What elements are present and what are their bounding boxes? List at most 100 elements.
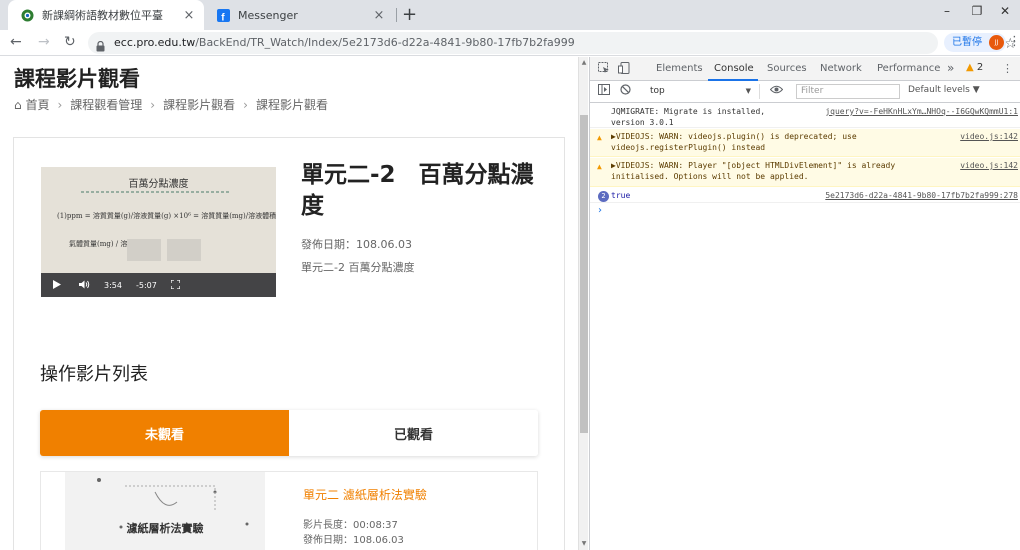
- devtools-tab-elements[interactable]: Elements: [656, 63, 703, 74]
- video-description: 單元二-2 百萬分點濃度: [301, 261, 415, 274]
- breadcrumb-current: 課程影片觀看: [255, 98, 328, 112]
- console-message: JQMIGRATE: Migrate is installed, version…: [590, 104, 1020, 128]
- sync-paused-button[interactable]: 已暫停 JJ: [944, 33, 1006, 52]
- sidebar-toggle-icon[interactable]: [598, 84, 610, 98]
- warning-icon: ▲: [597, 133, 602, 142]
- console-message: 2 true 5e2173d6-d22a-4841-9b80-17fb7b2fa…: [590, 188, 1020, 203]
- console-message-source[interactable]: video.js:142: [960, 131, 1018, 142]
- video-publish-date: 發佈日期：108.06.03: [301, 238, 412, 251]
- log-levels-dropdown[interactable]: Default levels ▼: [908, 85, 980, 95]
- back-arrow-icon[interactable]: ←: [10, 34, 22, 50]
- warning-counter[interactable]: ▲ 2: [966, 62, 983, 73]
- list-item-date: 發佈日期：108.06.03: [303, 535, 404, 546]
- avatar: JJ: [989, 35, 1004, 50]
- console-message-text: ▶VIDEOJS: WARN: videojs.plugin() is depr…: [611, 132, 857, 152]
- new-tab-button[interactable]: +: [402, 4, 417, 25]
- console-toolbar: top ▼ Filter Default levels ▼: [590, 81, 1020, 103]
- operation-video-list-heading: 操作影片列表: [40, 364, 148, 385]
- clear-console-icon[interactable]: [620, 84, 631, 98]
- warning-icon: ▲: [966, 62, 974, 73]
- tab-strip: 新課綱術語教材數位平臺 × f Messenger × + – ❐ ✕: [0, 0, 1020, 30]
- board-scribble-icon: [81, 191, 231, 193]
- breadcrumb-home[interactable]: 首頁: [25, 98, 49, 112]
- console-warning[interactable]: ▲ ▶VIDEOJS: WARN: Player "[object HTMLDi…: [590, 158, 1020, 187]
- fullscreen-icon[interactable]: [170, 278, 181, 291]
- breadcrumb-course-video[interactable]: 課程影片觀看: [163, 98, 235, 112]
- video-card: 百萬分點濃度 (1)ppm = 溶質質量(g)/溶液質量(g) ×10⁶ = 溶…: [13, 137, 565, 550]
- video-controls: 3:54 -5:07: [41, 273, 276, 297]
- console-prompt[interactable]: ›: [598, 205, 602, 216]
- browser-tab-platform[interactable]: 新課綱術語教材數位平臺 ×: [8, 0, 204, 30]
- list-item[interactable]: 濾紙層析法實驗 單元二 濾紙層析法實驗 影片長度：00:08:37 發佈日期：1…: [40, 471, 538, 550]
- console-message-source[interactable]: video.js:142: [960, 160, 1018, 171]
- video-player[interactable]: 百萬分點濃度 (1)ppm = 溶質質量(g)/溶液質量(g) ×10⁶ = 溶…: [41, 167, 276, 297]
- globe-seal-icon: [20, 8, 34, 22]
- chromatography-sketch-icon: [97, 478, 249, 529]
- scrollbar-thumb[interactable]: [580, 115, 588, 433]
- minimize-button[interactable]: –: [932, 4, 962, 18]
- list-item-title[interactable]: 單元二 濾紙層析法實驗: [303, 486, 427, 503]
- play-icon[interactable]: [53, 279, 61, 291]
- live-expression-eye-icon[interactable]: [769, 84, 784, 97]
- volume-icon[interactable]: [79, 280, 90, 291]
- close-tab-icon[interactable]: ×: [180, 8, 198, 23]
- warning-count: 2: [976, 62, 984, 73]
- devtools-tab-bar: Elements Console Sources Network Perform…: [590, 57, 1020, 81]
- browser-menu-icon[interactable]: ⋮: [1008, 34, 1020, 49]
- devtools-tab-console[interactable]: Console: [714, 63, 754, 74]
- url-bar[interactable]: ecc.pro.edu.tw/BackEnd/TR_Watch/Index/5e…: [88, 32, 1017, 54]
- console-message-text: ▶VIDEOJS: WARN: Player "[object HTMLDivE…: [611, 161, 896, 181]
- page-title: 課程影片觀看: [14, 67, 140, 91]
- tab-unwatched[interactable]: 未觀看: [40, 410, 289, 456]
- address-toolbar: ← → ↻ ecc.pro.edu.tw/BackEnd/TR_Watch/In…: [0, 30, 1020, 56]
- devtools-tab-performance[interactable]: Performance: [877, 63, 940, 74]
- breadcrumb: ⌂ 首頁 › 課程觀看管理 › 課程影片觀看 › 課程影片觀看: [14, 98, 328, 112]
- tab-separator: [396, 8, 397, 22]
- scroll-down-icon[interactable]: ▼: [580, 540, 588, 547]
- device-toolbar-icon[interactable]: [618, 62, 630, 77]
- video-board-title: 百萬分點濃度: [128, 179, 189, 190]
- context-value: top: [650, 86, 665, 96]
- context-selector[interactable]: top ▼: [644, 84, 760, 99]
- scroll-up-icon[interactable]: ▲: [580, 59, 588, 66]
- devtools-tab-sources[interactable]: Sources: [767, 63, 807, 74]
- devtools-panel: Elements Console Sources Network Perform…: [589, 57, 1020, 550]
- thumbnail-label: 濾紙層析法實驗: [126, 522, 204, 535]
- facebook-icon: f: [216, 8, 230, 22]
- restore-button[interactable]: ❐: [962, 4, 992, 18]
- tab-title: Messenger: [238, 8, 298, 22]
- close-tab-icon[interactable]: ×: [370, 8, 388, 23]
- forward-arrow-icon[interactable]: →: [38, 34, 50, 50]
- video-formula-line1: (1)ppm = 溶質質量(g)/溶液質量(g) ×10⁶ = 溶質質量(mg)…: [57, 212, 276, 220]
- list-item-length: 影片長度：00:08:37: [303, 520, 398, 531]
- console-message-source[interactable]: jquery?v=-FeHKnHLxYm…NHOq--I6GQwKQmmU1:1: [825, 106, 1018, 117]
- video-blank-box: [127, 239, 161, 261]
- warning-icon: ▲: [597, 162, 602, 171]
- console-message-source[interactable]: 5e2173d6-d22a-4841-9b80-17fb7b2fa999:278: [825, 190, 1018, 201]
- console-warning[interactable]: ▲ ▶VIDEOJS: WARN: videojs.plugin() is de…: [590, 129, 1020, 157]
- video-title: 單元二-2 百萬分點濃度: [301, 162, 534, 219]
- url-path: /BackEnd/TR_Watch/Index/5e2173d6-d22a-48…: [195, 36, 575, 49]
- devtools-menu-icon[interactable]: ⋮: [1002, 62, 1013, 75]
- console-filter-input[interactable]: Filter: [796, 84, 900, 99]
- devtools-tab-network[interactable]: Network: [820, 63, 862, 74]
- page-scrollbar[interactable]: ▲ ▼: [578, 57, 588, 550]
- close-window-button[interactable]: ✕: [990, 4, 1020, 18]
- lock-icon: [96, 37, 105, 52]
- tab-title: 新課綱術語教材數位平臺: [42, 9, 163, 22]
- breadcrumb-course-watch[interactable]: 課程觀看管理: [70, 98, 142, 112]
- web-page: 課程影片觀看 ⌂ 首頁 › 課程觀看管理 › 課程影片觀看 › 課程影片觀看 百萬分點濃度 …: [0, 57, 578, 550]
- more-tabs-button[interactable]: »: [947, 61, 954, 75]
- tab-watched[interactable]: 已觀看: [289, 410, 538, 456]
- video-current-time: 3:54: [104, 280, 122, 290]
- url-host: ecc.pro.edu.tw: [114, 36, 196, 49]
- browser-tab-messenger[interactable]: f Messenger ×: [204, 0, 394, 30]
- home-icon[interactable]: ⌂: [14, 98, 22, 112]
- video-blank-box: [167, 239, 201, 261]
- reload-icon[interactable]: ↻: [64, 34, 76, 50]
- repeat-count-badge: 2: [598, 191, 609, 202]
- video-thumbnail[interactable]: 濾紙層析法實驗: [65, 472, 265, 550]
- inspect-element-icon[interactable]: [598, 62, 610, 77]
- video-remaining-time: -5:07: [135, 280, 157, 290]
- watch-status-tabs: 未觀看 已觀看: [40, 410, 538, 456]
